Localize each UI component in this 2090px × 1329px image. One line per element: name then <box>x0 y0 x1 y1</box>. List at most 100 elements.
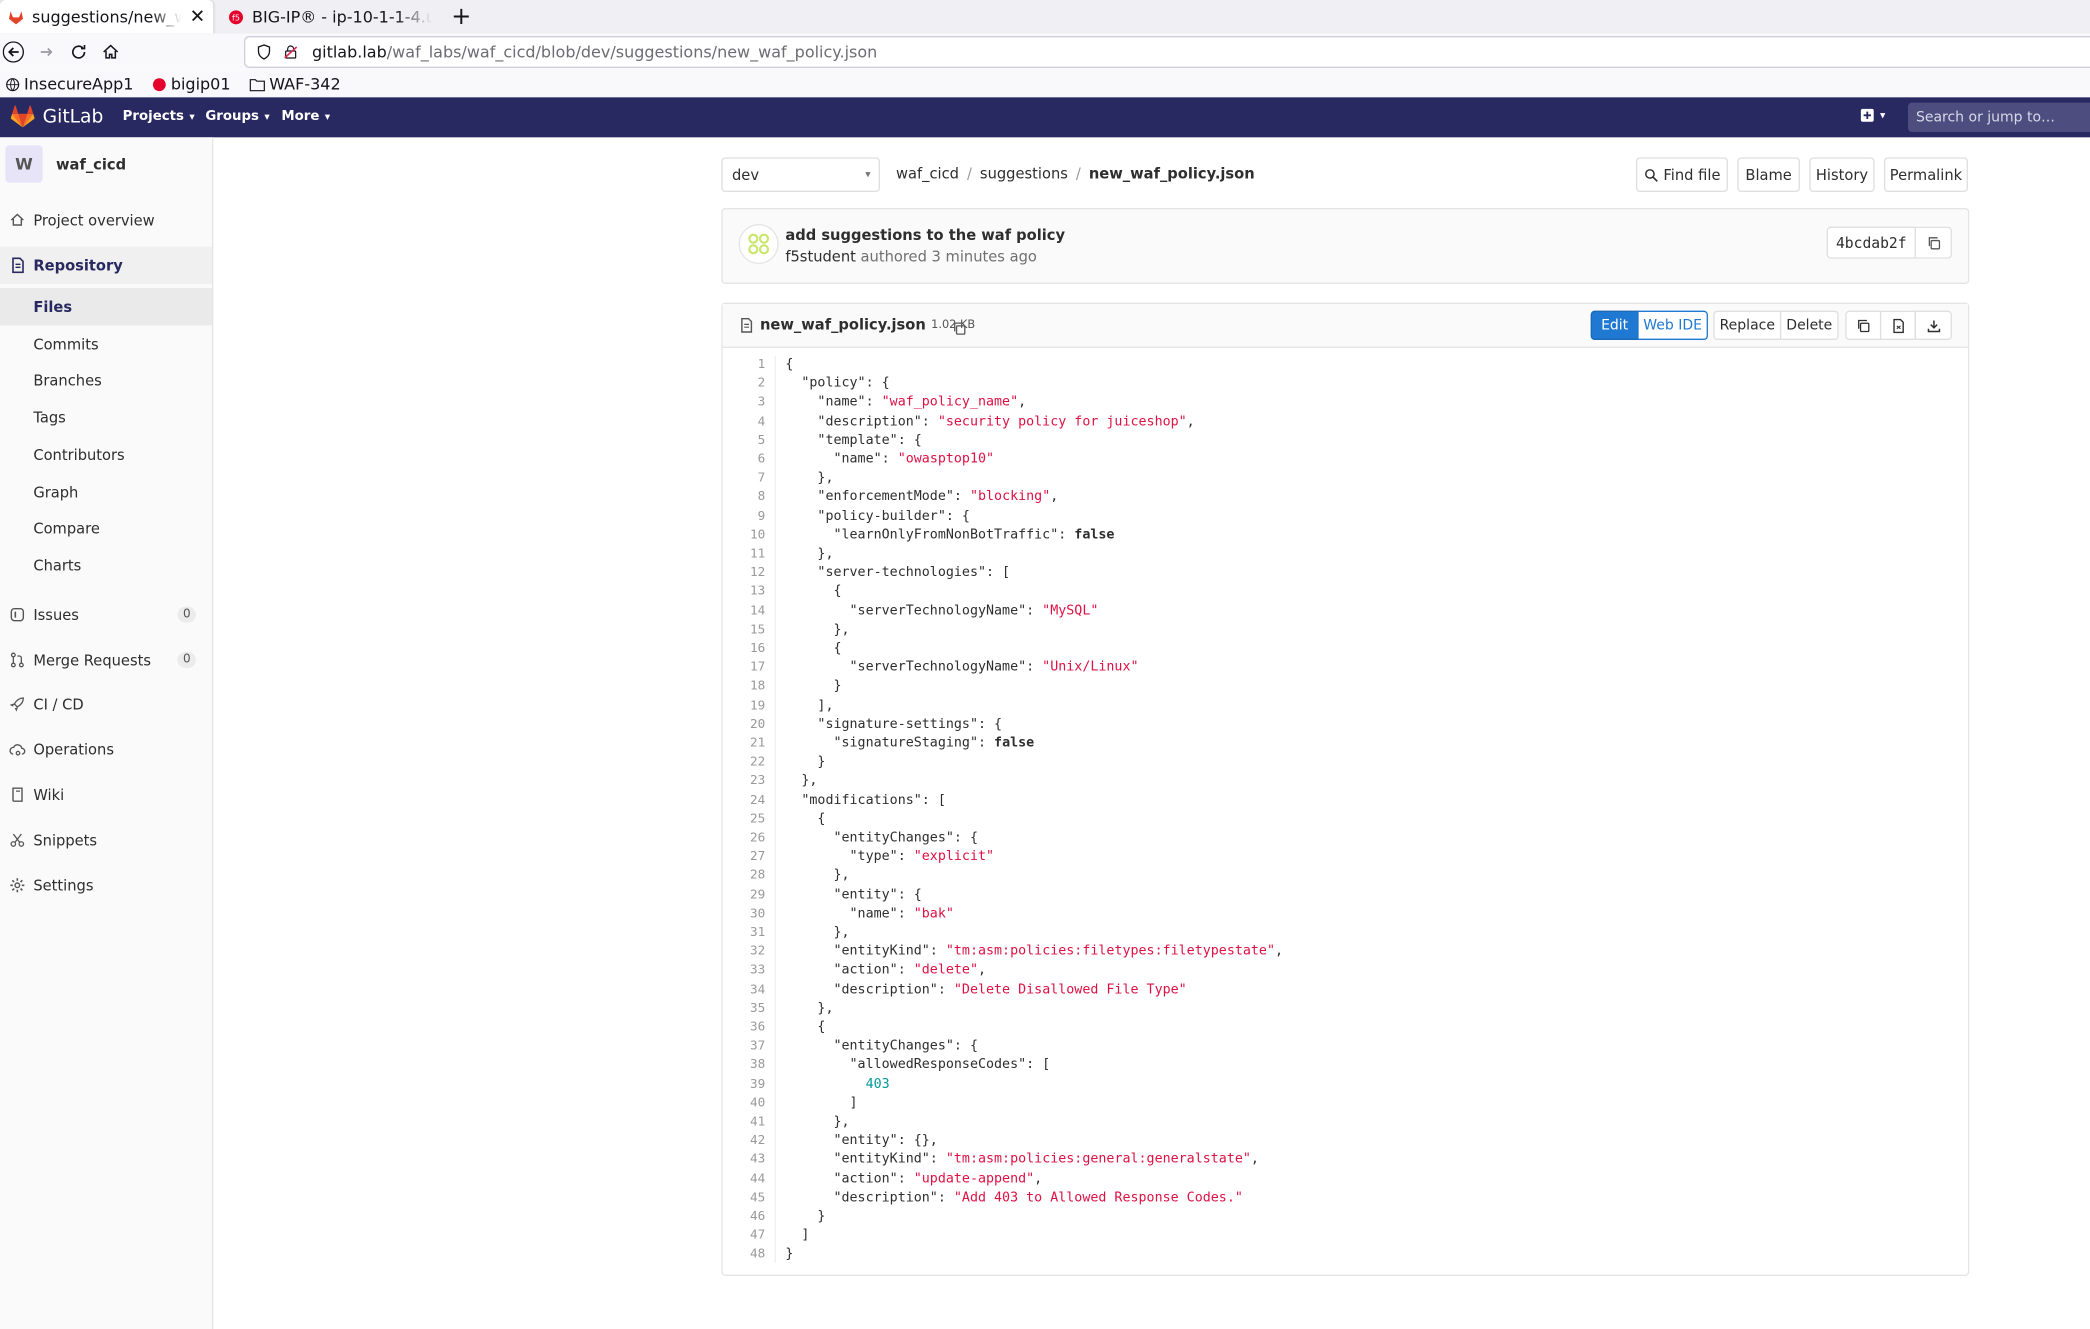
copy-sha-button[interactable] <box>1915 226 1952 259</box>
line-number[interactable]: 44 <box>723 1170 765 1189</box>
line-number[interactable]: 9 <box>723 507 766 526</box>
line-number[interactable]: 34 <box>723 981 765 1000</box>
sidebar-item-ci-cd[interactable]: CI / CD <box>0 685 212 722</box>
bookmark-insecureapp1[interactable]: InsecureApp1 <box>5 75 133 93</box>
sidebar-item-graph[interactable]: Graph <box>0 473 212 510</box>
line-number[interactable]: 33 <box>723 962 765 981</box>
nav-groups[interactable]: Groups ▾ <box>205 109 269 124</box>
commit-title[interactable]: add suggestions to the waf policy <box>785 227 1065 244</box>
bookmark-folder-waf-342[interactable]: WAF-342 <box>249 75 341 93</box>
line-number[interactable]: 16 <box>723 640 765 659</box>
search-input[interactable]: Search or jump to… <box>1907 102 2090 132</box>
sidebar-item-snippets[interactable]: Snippets <box>0 821 212 858</box>
copy-file-path-button[interactable] <box>952 316 967 341</box>
open-raw-button[interactable] <box>1879 310 1916 340</box>
browser-tab-gitlab[interactable]: suggestions/new_waf_policy.json ✕ <box>0 0 214 34</box>
line-number[interactable]: 48 <box>723 1246 765 1265</box>
breadcrumb-project[interactable]: waf_cicd <box>896 165 959 182</box>
url-bar[interactable]: gitlab.lab/waf_labs/waf_cicd/blob/dev/su… <box>243 35 2090 68</box>
line-number[interactable]: 31 <box>723 924 765 943</box>
line-number[interactable]: 29 <box>723 886 765 905</box>
branch-selector[interactable]: dev ▾ <box>721 157 880 192</box>
line-number[interactable]: 5 <box>723 432 766 451</box>
close-tab-icon[interactable]: ✕ <box>190 6 206 27</box>
sidebar-item-commits[interactable]: Commits <box>0 325 212 362</box>
line-number[interactable]: 22 <box>723 754 765 773</box>
sidebar-item-repository[interactable]: Repository <box>0 246 212 284</box>
line-number[interactable]: 47 <box>723 1227 765 1246</box>
history-button[interactable]: History <box>1809 157 1875 192</box>
web-ide-button[interactable]: Web IDE <box>1637 310 1708 340</box>
commit-sha[interactable]: 4bcdab2f <box>1826 226 1916 259</box>
sidebar-item-compare[interactable]: Compare <box>0 509 212 546</box>
replace-button[interactable]: Replace <box>1713 310 1782 340</box>
commit-author[interactable]: f5student <box>785 248 856 265</box>
sidebar-item-issues[interactable]: Issues 0 <box>0 596 212 633</box>
project-header[interactable]: W waf_cicd <box>5 145 126 183</box>
nav-more[interactable]: More ▾ <box>281 109 330 124</box>
bookmark-bigip01[interactable]: bigip01 <box>152 75 231 93</box>
breadcrumb-folder[interactable]: suggestions <box>980 165 1068 182</box>
browser-tab-bigip[interactable]: f5 BIG-IP® - ip-10-1-1-4.us-west-2.compu… <box>220 0 440 33</box>
sidebar-item-wiki[interactable]: Wiki <box>0 776 212 813</box>
sidebar-item-settings[interactable]: Settings <box>0 867 212 904</box>
line-number[interactable]: 8 <box>723 489 766 508</box>
line-number[interactable]: 24 <box>723 791 765 810</box>
copy-source-button[interactable] <box>1845 310 1882 340</box>
line-number[interactable]: 6 <box>723 451 766 470</box>
edit-button[interactable]: Edit <box>1590 310 1639 340</box>
blame-button[interactable]: Blame <box>1737 157 1800 192</box>
gitlab-logo[interactable]: GitLab <box>10 105 104 128</box>
line-number[interactable]: 43 <box>723 1151 765 1170</box>
line-number[interactable]: 45 <box>723 1189 765 1208</box>
line-number[interactable]: 35 <box>723 1000 765 1019</box>
new-tab-plus-icon[interactable]: + <box>449 3 473 31</box>
sidebar-item-files[interactable]: Files <box>0 287 212 326</box>
line-number[interactable]: 38 <box>723 1056 765 1075</box>
line-number[interactable]: 19 <box>723 697 765 716</box>
permalink-button[interactable]: Permalink <box>1883 157 1968 192</box>
line-number[interactable]: 13 <box>723 583 765 602</box>
line-number[interactable]: 40 <box>723 1094 765 1113</box>
line-number[interactable]: 27 <box>723 848 765 867</box>
sidebar-item-contributors[interactable]: Contributors <box>0 436 212 473</box>
line-number[interactable]: 7 <box>723 470 766 489</box>
line-number[interactable]: 32 <box>723 943 765 962</box>
sidebar-item-tags[interactable]: Tags <box>0 399 212 436</box>
line-number[interactable]: 36 <box>723 1019 765 1038</box>
forward-arrow-icon[interactable] <box>33 39 60 66</box>
shield-icon[interactable] <box>256 44 272 60</box>
line-number[interactable]: 21 <box>723 735 765 754</box>
download-button[interactable] <box>1914 310 1952 340</box>
line-number[interactable]: 25 <box>723 810 765 829</box>
reload-icon[interactable] <box>65 39 92 66</box>
line-number[interactable]: 37 <box>723 1038 765 1057</box>
line-number[interactable]: 11 <box>723 545 765 564</box>
sidebar-item-project-overview[interactable]: Project overview <box>0 201 212 238</box>
insecure-lock-icon[interactable] <box>283 44 299 60</box>
line-number[interactable]: 17 <box>723 659 765 678</box>
line-number[interactable]: 26 <box>723 829 765 848</box>
line-number[interactable]: 39 <box>723 1075 765 1094</box>
line-number[interactable]: 10 <box>723 526 765 545</box>
line-number[interactable]: 14 <box>723 602 765 621</box>
line-number[interactable]: 41 <box>723 1113 765 1132</box>
line-number[interactable]: 12 <box>723 564 765 583</box>
line-number[interactable]: 3 <box>723 394 766 413</box>
author-avatar[interactable] <box>738 223 779 264</box>
line-number[interactable]: 2 <box>723 375 766 394</box>
line-number[interactable]: 42 <box>723 1132 765 1151</box>
sidebar-item-merge-requests[interactable]: Merge Requests 0 <box>0 641 212 678</box>
sidebar-item-charts[interactable]: Charts <box>0 547 212 584</box>
line-number[interactable]: 20 <box>723 716 765 735</box>
sidebar-item-operations[interactable]: Operations <box>0 731 212 768</box>
line-number[interactable]: 4 <box>723 413 766 432</box>
line-number[interactable]: 1 <box>723 356 766 375</box>
line-number[interactable]: 30 <box>723 905 765 924</box>
find-file-button[interactable]: Find file <box>1635 157 1728 192</box>
back-arrow-icon[interactable] <box>0 39 27 66</box>
line-number[interactable]: 18 <box>723 678 765 697</box>
home-icon[interactable] <box>97 39 124 66</box>
sidebar-item-branches[interactable]: Branches <box>0 361 212 398</box>
line-number[interactable]: 28 <box>723 867 765 886</box>
